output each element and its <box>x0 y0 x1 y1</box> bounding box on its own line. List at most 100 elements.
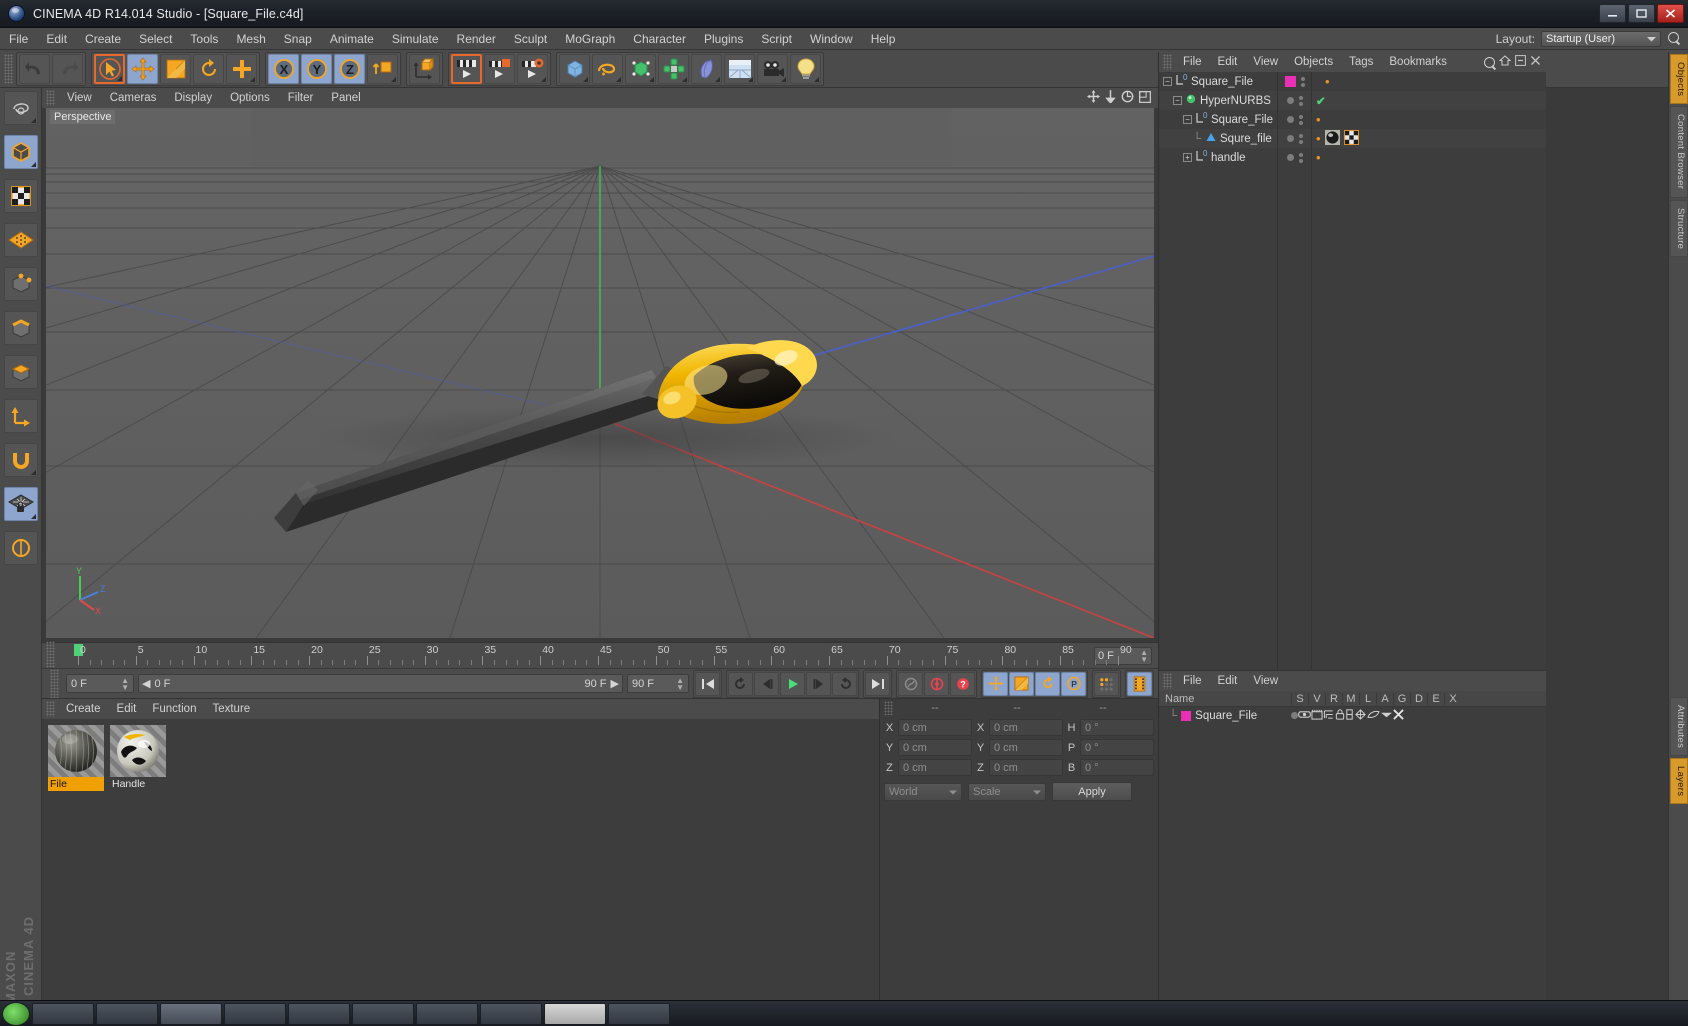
generator-icon[interactable] <box>1354 708 1367 723</box>
workplane-icon[interactable] <box>3 223 38 257</box>
object-row-squre-file-poly[interactable]: └ Squre_file <box>1159 129 1277 148</box>
light-icon[interactable] <box>790 53 821 84</box>
start-button[interactable] <box>2 1001 30 1026</box>
search-icon[interactable] <box>1483 56 1495 68</box>
camera-icon[interactable] <box>757 53 788 84</box>
enabled-dot-icon[interactable]: • <box>1325 74 1330 89</box>
visibility-dots[interactable] <box>1278 110 1311 129</box>
expand-toggle-icon[interactable]: + <box>1183 153 1192 162</box>
timeline-ruler[interactable]: 0 5 10 15 20 25 30 35 40 45 50 55 60 65 70 75 80 85 90 <box>62 642 1132 669</box>
undo-icon[interactable] <box>19 53 50 84</box>
layer-row[interactable]: └ Square_File <box>1159 707 1546 724</box>
object-menu-edit[interactable]: Edit <box>1210 52 1246 72</box>
visibility-toggle-icon[interactable] <box>1298 133 1303 144</box>
taskbar-item[interactable] <box>160 1002 222 1025</box>
edge-tab-structure[interactable]: Structure <box>1670 199 1688 257</box>
spinner-icon[interactable]: ▲ ▼ <box>1140 648 1148 663</box>
taskbar-item[interactable] <box>352 1002 414 1025</box>
key-parameter-icon[interactable]: P <box>1061 671 1086 696</box>
taskbar-item[interactable] <box>32 1002 94 1025</box>
visibility-toggle-icon[interactable] <box>1286 135 1294 142</box>
live-selection-icon[interactable] <box>3 91 38 125</box>
enabled-dot-icon[interactable]: • <box>1316 131 1321 146</box>
enabled-check-icon[interactable]: ✔ <box>1316 94 1326 108</box>
expand-toggle-icon[interactable]: − <box>1173 96 1182 105</box>
points-mode-icon[interactable] <box>3 267 38 301</box>
viewport-menu-filter[interactable]: Filter <box>279 88 323 108</box>
taskbar-item[interactable] <box>544 1002 606 1025</box>
edges-mode-icon[interactable] <box>3 311 38 345</box>
world-object-axis-icon[interactable] <box>367 53 398 84</box>
dolly-view-icon[interactable] <box>1105 90 1116 106</box>
viewport-menu-panel[interactable]: Panel <box>322 88 369 108</box>
menu-select[interactable]: Select <box>130 28 181 50</box>
bend-deformer-icon[interactable] <box>691 53 722 84</box>
expression-icon[interactable] <box>1380 710 1393 722</box>
visibility-toggle-icon[interactable] <box>1286 116 1294 123</box>
enabled-dot-icon[interactable]: • <box>1316 112 1321 127</box>
viewport-menu-options[interactable]: Options <box>221 88 279 108</box>
render-icon[interactable] <box>1311 709 1323 723</box>
taskbar-item[interactable] <box>480 1002 542 1025</box>
visibility-dots[interactable] <box>1278 148 1311 167</box>
step-forward-icon[interactable] <box>806 671 831 696</box>
object-menu-tags[interactable]: Tags <box>1341 52 1381 72</box>
material-grip[interactable] <box>46 701 55 717</box>
cube-primitive-icon[interactable] <box>559 53 590 84</box>
maximize-view-icon[interactable] <box>1139 90 1151 106</box>
viewport-menu-display[interactable]: Display <box>165 88 221 108</box>
visibility-toggle-icon[interactable] <box>1300 76 1305 87</box>
play-icon[interactable] <box>780 671 805 696</box>
key-position-icon[interactable] <box>983 671 1008 696</box>
manager-icon[interactable] <box>1323 709 1335 723</box>
solo-icon[interactable] <box>1291 710 1298 722</box>
coord-b-field[interactable]: 0 ° <box>1080 759 1154 776</box>
spinner-icon[interactable]: ▲ ▼ <box>121 676 129 691</box>
menu-mesh[interactable]: Mesh <box>227 28 274 50</box>
object-axis-icon[interactable] <box>409 53 440 84</box>
step-back-icon[interactable] <box>754 671 779 696</box>
coord-x-size-field[interactable]: 0 cm <box>989 719 1063 736</box>
layers-col-l[interactable]: L <box>1359 692 1376 705</box>
deformer-icon[interactable] <box>1367 709 1380 723</box>
layers-col-d[interactable]: D <box>1410 692 1427 705</box>
layers-col-e[interactable]: E <box>1427 692 1444 705</box>
object-menu-bookmarks[interactable]: Bookmarks <box>1381 52 1455 72</box>
search-icon[interactable] <box>1667 31 1682 46</box>
array-generator-icon[interactable] <box>658 53 689 84</box>
key-rotation-icon[interactable] <box>1035 671 1060 696</box>
layers-col-g[interactable]: G <box>1393 692 1410 705</box>
move-tool-icon[interactable] <box>127 53 158 84</box>
close-icon[interactable] <box>1530 55 1541 69</box>
lock-icon[interactable] <box>1335 708 1345 723</box>
layers-col-x[interactable]: X <box>1444 692 1461 705</box>
max-frame-field[interactable]: 90 F ▲ ▼ <box>627 674 689 693</box>
xpresso-icon[interactable] <box>1393 708 1404 723</box>
floor-environment-icon[interactable] <box>724 53 755 84</box>
coord-y-position-field[interactable]: 0 cm <box>898 739 972 756</box>
menu-snap[interactable]: Snap <box>275 28 321 50</box>
filmstrip-icon[interactable] <box>1127 671 1152 696</box>
coord-z-position-field[interactable]: 0 cm <box>898 759 972 776</box>
expand-toggle-icon[interactable]: − <box>1163 77 1172 86</box>
layers-grip[interactable] <box>1163 673 1172 689</box>
apply-button[interactable]: Apply <box>1052 782 1132 801</box>
add-move-icon[interactable] <box>226 53 257 84</box>
object-menu-objects[interactable]: Objects <box>1286 52 1341 72</box>
polygons-mode-icon[interactable] <box>3 355 38 389</box>
timeline-grip[interactable] <box>46 640 55 671</box>
object-grip[interactable] <box>1163 54 1172 70</box>
object-color-swatch[interactable] <box>1284 76 1296 87</box>
render-settings-icon[interactable] <box>517 53 548 84</box>
material-item[interactable]: File <box>48 725 104 1020</box>
taskbar-item[interactable] <box>608 1002 670 1025</box>
menu-create[interactable]: Create <box>76 28 130 50</box>
view-icon[interactable] <box>1298 710 1311 722</box>
model-mode-icon[interactable] <box>3 135 38 169</box>
render-view-icon[interactable] <box>451 53 482 84</box>
layers-menu-file[interactable]: File <box>1175 671 1210 691</box>
menu-render[interactable]: Render <box>448 28 505 50</box>
visibility-toggle-icon[interactable] <box>1286 97 1294 104</box>
menu-simulate[interactable]: Simulate <box>383 28 448 50</box>
coordinate-system-dropdown[interactable]: World <box>884 782 962 801</box>
